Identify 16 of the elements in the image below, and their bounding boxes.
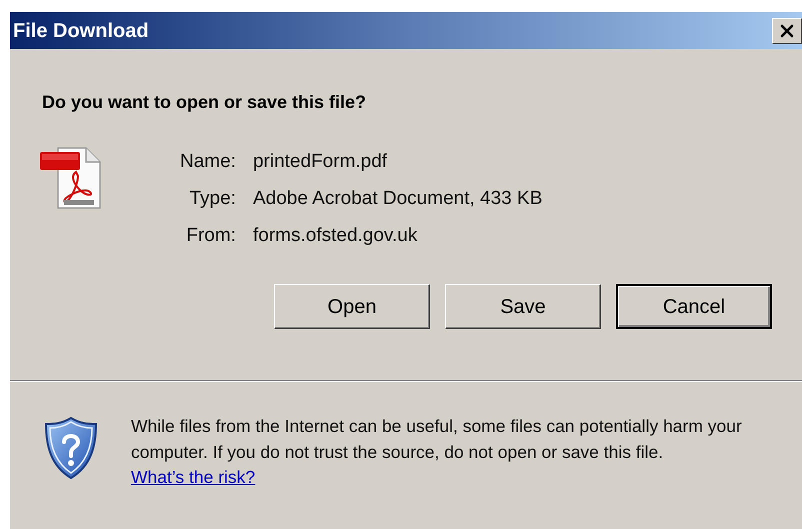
dialog-button[interactable]: Save (445, 284, 601, 329)
detail-value: forms.ofsted.gov.uk (252, 224, 418, 248)
close-button[interactable] (772, 18, 802, 44)
detail-label: Type: (188, 187, 236, 211)
dialog-button[interactable]: Open (274, 284, 430, 329)
shield-help-icon (43, 416, 99, 480)
detail-value: Adobe Acrobat Document, 433 KB (252, 187, 542, 211)
detail-label: Name: (180, 150, 236, 174)
dialog-button[interactable]: Cancel (616, 284, 772, 329)
detail-value: printedForm.pdf (252, 150, 388, 174)
risk-link[interactable]: What’s the risk? (131, 467, 256, 487)
dialog-question: Do you want to open or save this file? (42, 91, 368, 114)
pdf-file-icon (38, 146, 102, 210)
window-title: File Download (12, 18, 149, 44)
security-warning: While files from the Internet can be useful, some files can potentially harm your computer. If you do not trust the source, do not open or save this file. What’s the risk? (131, 415, 743, 489)
detail-label: From: (185, 224, 236, 248)
